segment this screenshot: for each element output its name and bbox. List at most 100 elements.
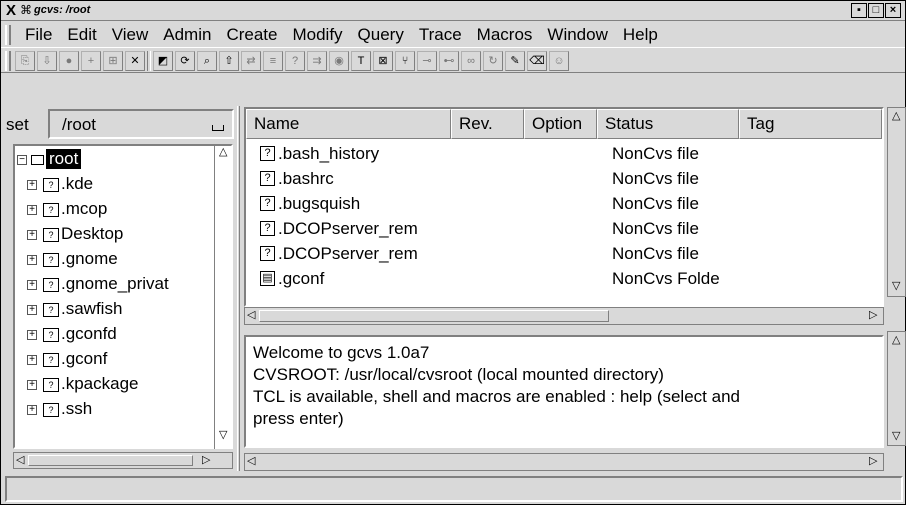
- pane-splitter[interactable]: [237, 106, 240, 471]
- update-icon[interactable]: ⇩: [37, 51, 57, 71]
- menu-window[interactable]: Window: [541, 25, 616, 45]
- tree-node[interactable]: +? .gnome_privat: [15, 274, 215, 299]
- expand-icon[interactable]: +: [27, 180, 37, 190]
- tag-icon[interactable]: T: [351, 51, 371, 71]
- file-row[interactable]: ? .bash_history NonCvs file: [256, 142, 876, 167]
- scroll-left-icon[interactable]: ◁: [247, 309, 255, 322]
- log-icon[interactable]: ≡: [263, 51, 283, 71]
- tree-root-node[interactable]: − root: [15, 149, 215, 174]
- scroll-right-icon[interactable]: ▷: [869, 455, 877, 468]
- file-row[interactable]: ? .bashrc NonCvs file: [256, 167, 876, 192]
- add-icon[interactable]: +: [81, 51, 101, 71]
- tree-node[interactable]: +? .gnome: [15, 249, 215, 274]
- tree-node[interactable]: +? .ssh: [15, 399, 215, 424]
- loop-icon[interactable]: ↻: [483, 51, 503, 71]
- unlock-icon[interactable]: ⊷: [439, 51, 459, 71]
- tree-vertical-scrollbar[interactable]: △ ▽: [214, 144, 233, 449]
- file-list-vertical-scrollbar[interactable]: △ ▽: [887, 107, 906, 297]
- tree-node[interactable]: +? .gconfd: [15, 324, 215, 349]
- expand-icon[interactable]: +: [27, 255, 37, 265]
- commit-icon[interactable]: ●: [59, 51, 79, 71]
- log-vertical-scrollbar[interactable]: △ ▽: [887, 331, 906, 446]
- log-console[interactable]: Welcome to gcvs 1.0a7 CVSROOT: /usr/loca…: [244, 335, 884, 448]
- expand-icon[interactable]: +: [27, 380, 37, 390]
- window-menu-icon[interactable]: ⌘: [20, 3, 32, 17]
- file-row[interactable]: ? .DCOPserver_rem NonCvs file: [256, 217, 876, 242]
- maximize-button[interactable]: □: [868, 3, 884, 18]
- tree-node[interactable]: +? .kde: [15, 174, 215, 199]
- file-row[interactable]: ▤ .gconf NonCvs Folde: [256, 267, 876, 292]
- untag-icon[interactable]: ⊠: [373, 51, 393, 71]
- menu-help[interactable]: Help: [617, 25, 667, 45]
- release-icon[interactable]: ∞: [461, 51, 481, 71]
- menu-modify[interactable]: Modify: [286, 25, 351, 45]
- menu-file[interactable]: File: [19, 25, 61, 45]
- tree-node[interactable]: +? .gconf: [15, 349, 215, 374]
- tree-node[interactable]: +? .mcop: [15, 199, 215, 224]
- toolbar-grip[interactable]: [5, 51, 11, 71]
- collapse-icon[interactable]: −: [17, 155, 27, 165]
- column-tag[interactable]: Tag: [739, 109, 882, 139]
- editors-icon[interactable]: ☺: [549, 51, 569, 71]
- scroll-left-icon[interactable]: ◁: [16, 454, 24, 467]
- scroll-up-icon[interactable]: △: [892, 110, 900, 123]
- lock-icon[interactable]: ⊸: [417, 51, 437, 71]
- file-list[interactable]: Name Rev. Option Status Tag ? .bash_histo…: [244, 107, 884, 307]
- scroll-down-icon[interactable]: ▽: [892, 430, 900, 443]
- scroll-up-icon[interactable]: △: [219, 146, 227, 159]
- branch-icon[interactable]: ⑂: [395, 51, 415, 71]
- menu-admin[interactable]: Admin: [157, 25, 220, 45]
- remove-icon[interactable]: ✕: [125, 51, 145, 71]
- expand-icon[interactable]: +: [27, 305, 37, 315]
- minimize-button[interactable]: ▪: [851, 3, 867, 18]
- menubar-grip[interactable]: [5, 25, 11, 45]
- tree-node[interactable]: +? .sawfish: [15, 299, 215, 324]
- menu-view[interactable]: View: [106, 25, 158, 45]
- scroll-up-icon[interactable]: △: [892, 334, 900, 347]
- folder-tree[interactable]: − root +? .kde +? .mcop +? Desktop +? .gnome +? .gn…: [13, 144, 233, 449]
- graph-icon[interactable]: ⇉: [307, 51, 327, 71]
- file-list-horizontal-scrollbar[interactable]: ◁ ▷: [244, 307, 884, 325]
- menu-trace[interactable]: Trace: [413, 25, 471, 45]
- scroll-right-icon[interactable]: ▷: [869, 309, 877, 322]
- menu-macros[interactable]: Macros: [471, 25, 542, 45]
- edit-icon[interactable]: ✎: [505, 51, 525, 71]
- expand-icon[interactable]: +: [27, 205, 37, 215]
- expand-icon[interactable]: +: [27, 280, 37, 290]
- explore-icon[interactable]: ◩: [153, 51, 173, 71]
- expand-icon[interactable]: +: [27, 355, 37, 365]
- scroll-thumb[interactable]: [28, 455, 193, 466]
- column-status[interactable]: Status: [597, 109, 739, 139]
- scroll-down-icon[interactable]: ▽: [219, 429, 227, 442]
- menu-edit[interactable]: Edit: [61, 25, 105, 45]
- up-folder-icon[interactable]: ⇧: [219, 51, 239, 71]
- tree-node[interactable]: +? .kpackage: [15, 374, 215, 399]
- expand-icon[interactable]: +: [27, 405, 37, 415]
- expand-icon[interactable]: +: [27, 230, 37, 240]
- log-horizontal-scrollbar[interactable]: ◁ ▷: [244, 453, 884, 471]
- combo-dropdown-icon[interactable]: [212, 125, 224, 131]
- scroll-down-icon[interactable]: ▽: [892, 280, 900, 293]
- scroll-left-icon[interactable]: ◁: [247, 455, 255, 468]
- file-row[interactable]: ? .bugsquish NonCvs file: [256, 192, 876, 217]
- checkout-icon[interactable]: ⎘: [15, 51, 35, 71]
- unedit-icon[interactable]: ⌫: [527, 51, 547, 71]
- scroll-right-icon[interactable]: ▷: [202, 454, 210, 467]
- tree-node[interactable]: +? Desktop: [15, 224, 215, 249]
- file-row[interactable]: ? .DCOPserver_rem NonCvs file: [256, 242, 876, 267]
- expand-icon[interactable]: +: [27, 330, 37, 340]
- column-rev[interactable]: Rev.: [451, 109, 524, 139]
- search-icon[interactable]: ⌕: [197, 51, 217, 71]
- title-bar[interactable]: X ⌘ gcvs: /root ▪ □ ×: [1, 1, 905, 21]
- column-option[interactable]: Option: [524, 109, 597, 139]
- tree-horizontal-scrollbar[interactable]: ◁ ▷: [13, 452, 233, 469]
- menu-query[interactable]: Query: [352, 25, 413, 45]
- add-binary-icon[interactable]: ⊞: [103, 51, 123, 71]
- status-icon[interactable]: ?: [285, 51, 305, 71]
- scroll-thumb[interactable]: [259, 310, 609, 322]
- close-button[interactable]: ×: [885, 3, 901, 18]
- diff-icon[interactable]: ⇄: [241, 51, 261, 71]
- watch-icon[interactable]: ◉: [329, 51, 349, 71]
- column-name[interactable]: Name: [246, 109, 451, 139]
- reload-icon[interactable]: ⟳: [175, 51, 195, 71]
